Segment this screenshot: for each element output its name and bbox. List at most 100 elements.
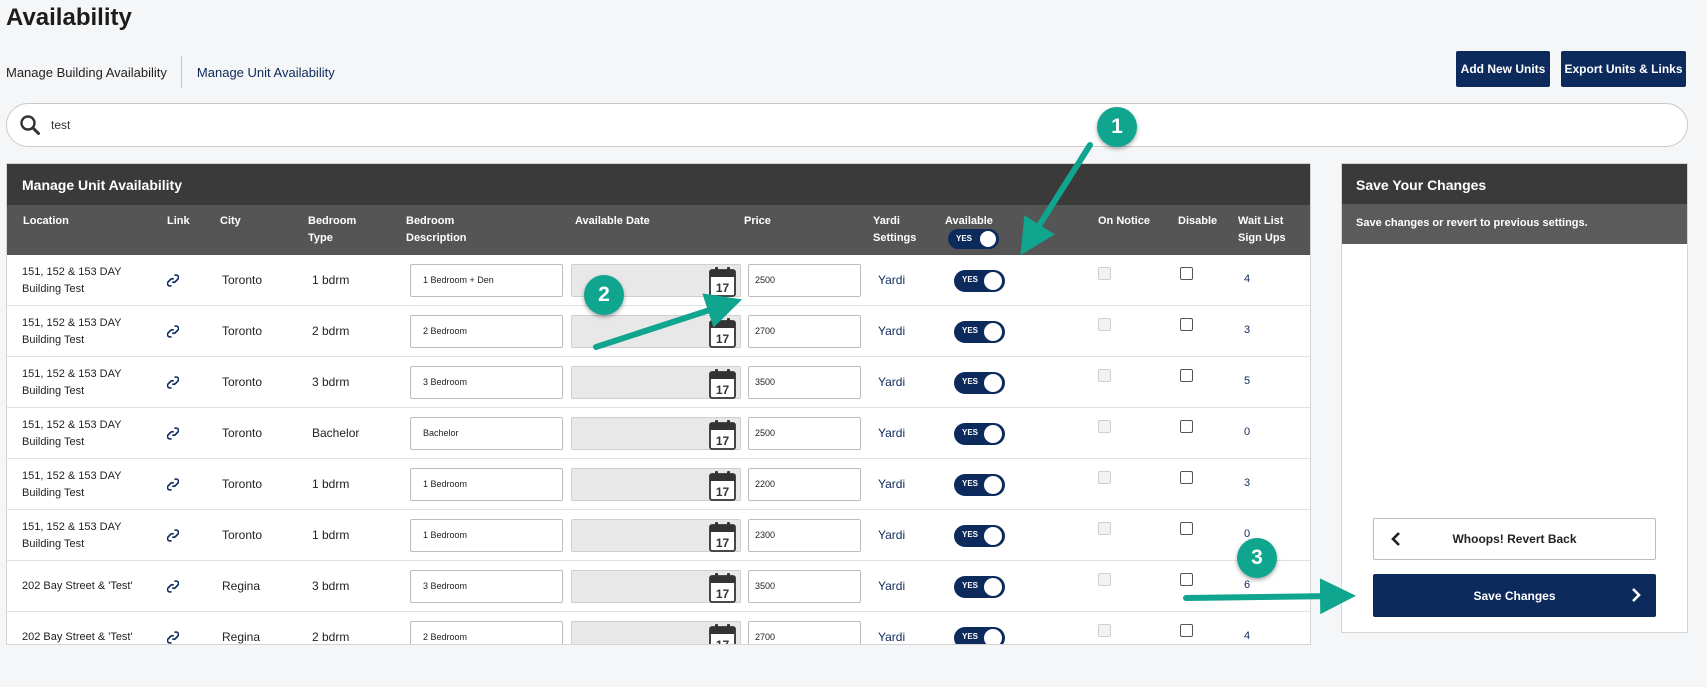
- on-notice-checkbox[interactable]: [1098, 522, 1111, 535]
- on-notice-checkbox[interactable]: [1098, 573, 1111, 586]
- wait-list-count[interactable]: 4: [1244, 630, 1250, 642]
- link-icon[interactable]: [166, 580, 180, 596]
- calendar-icon[interactable]: 17: [709, 368, 736, 402]
- available-toggle[interactable]: YES: [954, 372, 1005, 394]
- on-notice-checkbox[interactable]: [1098, 624, 1111, 637]
- add-new-units-button[interactable]: Add New Units: [1456, 51, 1550, 87]
- wait-list-count[interactable]: 0: [1244, 528, 1250, 540]
- available-toggle[interactable]: YES: [954, 525, 1005, 547]
- calendar-icon[interactable]: 17: [709, 572, 736, 606]
- bedroom-description-input[interactable]: 1 Bedroom: [410, 519, 563, 552]
- save-panel-subtitle: Save changes or revert to previous setti…: [1342, 204, 1687, 244]
- wait-list-count[interactable]: 6: [1244, 579, 1250, 591]
- yardi-settings-link[interactable]: Yardi: [878, 426, 905, 440]
- available-date-input[interactable]: 17: [571, 621, 741, 644]
- available-toggle[interactable]: YES: [954, 270, 1005, 292]
- yardi-settings-link[interactable]: Yardi: [878, 375, 905, 389]
- available-all-toggle[interactable]: YES: [948, 229, 999, 249]
- available-date-input[interactable]: 17: [571, 417, 741, 450]
- on-notice-checkbox[interactable]: [1098, 420, 1111, 433]
- bedroom-description-input[interactable]: 2 Bedroom: [410, 315, 563, 348]
- available-date-input[interactable]: 17: [571, 570, 741, 603]
- price-input[interactable]: 2300: [748, 519, 861, 552]
- link-icon[interactable]: [166, 427, 180, 443]
- bedroom-description-input[interactable]: 1 Bedroom + Den: [410, 264, 563, 297]
- disable-checkbox[interactable]: [1180, 471, 1193, 484]
- available-date-input[interactable]: 17: [571, 519, 741, 552]
- disable-checkbox[interactable]: [1180, 573, 1193, 586]
- on-notice-checkbox[interactable]: [1098, 369, 1111, 382]
- calendar-icon[interactable]: 17: [709, 317, 736, 351]
- yardi-settings-link[interactable]: Yardi: [878, 630, 905, 644]
- link-icon[interactable]: [166, 376, 180, 392]
- disable-checkbox[interactable]: [1180, 267, 1193, 280]
- disable-checkbox[interactable]: [1180, 624, 1193, 637]
- revert-back-button[interactable]: Whoops! Revert Back: [1373, 518, 1656, 560]
- cell-location: 151, 152 & 153 DAY Building Test: [22, 368, 122, 397]
- wait-list-count[interactable]: 5: [1244, 375, 1250, 387]
- calendar-icon[interactable]: 17: [709, 419, 736, 453]
- save-changes-button[interactable]: Save Changes: [1373, 574, 1656, 617]
- search-input[interactable]: [51, 118, 651, 132]
- header-disable: Disable: [1178, 215, 1218, 227]
- wait-list-count[interactable]: 3: [1244, 324, 1250, 336]
- calendar-icon[interactable]: 17: [709, 521, 736, 555]
- search-bar[interactable]: [6, 103, 1688, 147]
- on-notice-checkbox[interactable]: [1098, 471, 1111, 484]
- price-input[interactable]: 3500: [748, 366, 861, 399]
- bedroom-description-input[interactable]: 1 Bedroom: [410, 468, 563, 501]
- bedroom-description-input[interactable]: Bachelor: [410, 417, 563, 450]
- on-notice-checkbox[interactable]: [1098, 318, 1111, 331]
- available-date-input[interactable]: 17: [571, 315, 741, 348]
- available-date-input[interactable]: 17: [571, 366, 741, 399]
- link-icon[interactable]: [166, 274, 180, 290]
- export-units-links-button[interactable]: Export Units & Links: [1561, 51, 1686, 87]
- table-row: 151, 152 & 153 DAY Building Test Toronto 3 …: [7, 357, 1310, 408]
- available-toggle[interactable]: YES: [954, 576, 1005, 598]
- on-notice-checkbox[interactable]: [1098, 267, 1111, 280]
- svg-text:17: 17: [716, 383, 730, 397]
- wait-list-count[interactable]: 4: [1244, 273, 1250, 285]
- cell-city: Toronto: [222, 426, 263, 440]
- price-input[interactable]: 2200: [748, 468, 861, 501]
- yardi-settings-link[interactable]: Yardi: [878, 477, 905, 491]
- disable-checkbox[interactable]: [1180, 318, 1193, 331]
- link-icon[interactable]: [166, 325, 180, 341]
- disable-checkbox[interactable]: [1180, 522, 1193, 535]
- link-icon[interactable]: [166, 631, 180, 644]
- table-row: 151, 152 & 153 DAY Building Test Toronto Ba…: [7, 408, 1310, 459]
- yardi-settings-link[interactable]: Yardi: [878, 273, 905, 287]
- link-icon[interactable]: [166, 529, 180, 545]
- bedroom-description-input[interactable]: 2 Bedroom: [410, 621, 563, 644]
- price-input[interactable]: 2500: [748, 264, 861, 297]
- calendar-icon[interactable]: 17: [709, 470, 736, 504]
- available-toggle[interactable]: YES: [954, 474, 1005, 496]
- cell-city: Toronto: [222, 477, 263, 491]
- yardi-settings-link[interactable]: Yardi: [878, 579, 905, 593]
- available-toggle[interactable]: YES: [954, 627, 1005, 644]
- wait-list-count[interactable]: 0: [1244, 426, 1250, 438]
- chevron-left-icon: [1391, 532, 1400, 546]
- calendar-icon[interactable]: 17: [709, 623, 736, 644]
- available-toggle[interactable]: YES: [954, 423, 1005, 445]
- price-input[interactable]: 3500: [748, 570, 861, 603]
- link-icon[interactable]: [166, 478, 180, 494]
- cell-location: 202 Bay Street & 'Test': [22, 631, 133, 643]
- price-input[interactable]: 2700: [748, 621, 861, 644]
- wait-list-count[interactable]: 3: [1244, 477, 1250, 489]
- bedroom-description-input[interactable]: 3 Bedroom: [410, 570, 563, 603]
- available-date-input[interactable]: 17: [571, 468, 741, 501]
- header-wait-list: Wait List Sign Ups: [1238, 215, 1286, 244]
- yardi-settings-link[interactable]: Yardi: [878, 324, 905, 338]
- bedroom-description-input[interactable]: 3 Bedroom: [410, 366, 563, 399]
- calendar-icon[interactable]: 17: [709, 266, 736, 300]
- available-toggle[interactable]: YES: [954, 321, 1005, 343]
- price-input[interactable]: 2700: [748, 315, 861, 348]
- disable-checkbox[interactable]: [1180, 420, 1193, 433]
- yardi-settings-link[interactable]: Yardi: [878, 528, 905, 542]
- price-input[interactable]: 2500: [748, 417, 861, 450]
- cell-location: 151, 152 & 153 DAY Building Test: [22, 419, 122, 448]
- tab-manage-building-availability[interactable]: Manage Building Availability: [6, 65, 181, 80]
- tab-manage-unit-availability[interactable]: Manage Unit Availability: [182, 65, 335, 80]
- disable-checkbox[interactable]: [1180, 369, 1193, 382]
